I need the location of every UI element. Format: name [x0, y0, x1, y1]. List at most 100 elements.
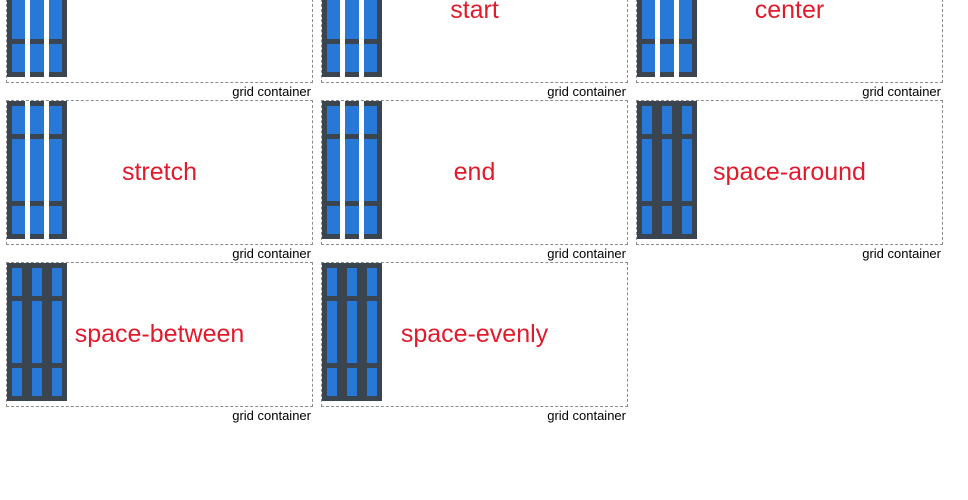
grid-item	[363, 139, 377, 201]
grid-column	[657, 101, 677, 239]
grid-column	[7, 101, 26, 239]
grid-column	[637, 0, 656, 77]
grid-tracks	[322, 263, 382, 401]
grid-item	[327, 268, 337, 296]
grid-item	[32, 268, 42, 296]
demo-space-evenly: space-evenly grid container	[321, 262, 628, 423]
grid-item	[678, 44, 692, 72]
grid-column	[322, 0, 341, 77]
grid-container-caption: grid container	[862, 246, 941, 261]
grid-item	[48, 0, 62, 39]
grid-item	[12, 368, 22, 396]
grid-item	[363, 106, 377, 134]
grid-item	[327, 139, 341, 201]
grid-column	[322, 263, 342, 401]
grid-item	[347, 301, 357, 363]
grid-column	[345, 101, 359, 239]
grid-item	[367, 268, 377, 296]
grid-item	[660, 0, 674, 39]
grid-container-caption: grid container	[547, 246, 626, 261]
grid-item	[682, 139, 692, 201]
grid-item	[367, 301, 377, 363]
grid-tracks	[322, 101, 382, 239]
grid-column	[48, 101, 67, 239]
grid-item	[682, 106, 692, 134]
grid-item	[345, 139, 359, 201]
grid-column	[27, 263, 47, 401]
grid-container-caption: grid container	[547, 84, 626, 99]
grid-item	[347, 268, 357, 296]
grid-column	[345, 0, 359, 77]
grid-tracks	[637, 0, 697, 77]
grid-item	[682, 206, 692, 234]
grid-column	[47, 263, 67, 401]
grid-item	[12, 206, 26, 234]
grid-container	[636, 0, 943, 83]
grid-item	[345, 206, 359, 234]
grid-tracks	[7, 0, 67, 77]
grid-item	[642, 106, 652, 134]
grid-item	[30, 106, 44, 134]
grid-item	[642, 0, 656, 39]
grid-item	[52, 268, 62, 296]
grid-item	[12, 44, 26, 72]
grid-column	[48, 0, 67, 77]
grid-item	[345, 44, 359, 72]
grid-column	[637, 101, 657, 239]
grid-container-caption: grid container	[232, 246, 311, 261]
grid-container	[636, 100, 943, 245]
grid-item	[12, 301, 22, 363]
grid-item	[52, 301, 62, 363]
justify-content-demo-set: grid container start grid container center g…	[6, 0, 962, 424]
grid-item	[48, 139, 62, 201]
grid-container-caption: grid container	[547, 408, 626, 423]
grid-container-caption: grid container	[232, 84, 311, 99]
grid-container	[6, 0, 313, 83]
grid-item	[327, 301, 337, 363]
grid-item	[327, 368, 337, 396]
grid-item	[642, 44, 656, 72]
grid-item	[12, 268, 22, 296]
grid-item	[52, 368, 62, 396]
grid-item	[30, 206, 44, 234]
grid-item	[363, 206, 377, 234]
grid-column	[30, 0, 44, 77]
grid-container	[321, 0, 628, 83]
grid-container	[6, 262, 313, 407]
grid-tracks	[7, 101, 67, 239]
grid-item	[345, 0, 359, 39]
grid-column	[362, 263, 382, 401]
grid-item	[327, 106, 341, 134]
grid-item	[327, 206, 341, 234]
grid-tracks	[322, 0, 382, 77]
grid-column	[30, 101, 44, 239]
grid-item	[48, 106, 62, 134]
grid-item	[32, 368, 42, 396]
demo-stretch: stretch grid container	[6, 100, 313, 261]
grid-item	[662, 139, 672, 201]
grid-column	[660, 0, 674, 77]
grid-item	[642, 139, 652, 201]
grid-item	[32, 301, 42, 363]
grid-item	[30, 44, 44, 72]
grid-item	[678, 0, 692, 39]
demo-space-between: space-between grid container	[6, 262, 313, 423]
grid-item	[30, 0, 44, 39]
demo-clipped-top: grid container	[6, 0, 313, 99]
demo-end: end grid container	[321, 100, 628, 261]
grid-column	[678, 0, 697, 77]
demo-center: center grid container	[636, 0, 943, 99]
grid-container	[321, 262, 628, 407]
grid-tracks	[7, 263, 67, 401]
grid-item	[363, 44, 377, 72]
grid-item	[12, 139, 26, 201]
grid-item	[12, 106, 26, 134]
grid-item	[662, 106, 672, 134]
grid-item	[660, 44, 674, 72]
grid-item	[48, 44, 62, 72]
grid-item	[30, 139, 44, 201]
grid-item	[345, 106, 359, 134]
grid-column	[363, 0, 382, 77]
demo-start: start grid container	[321, 0, 628, 99]
grid-item	[48, 206, 62, 234]
